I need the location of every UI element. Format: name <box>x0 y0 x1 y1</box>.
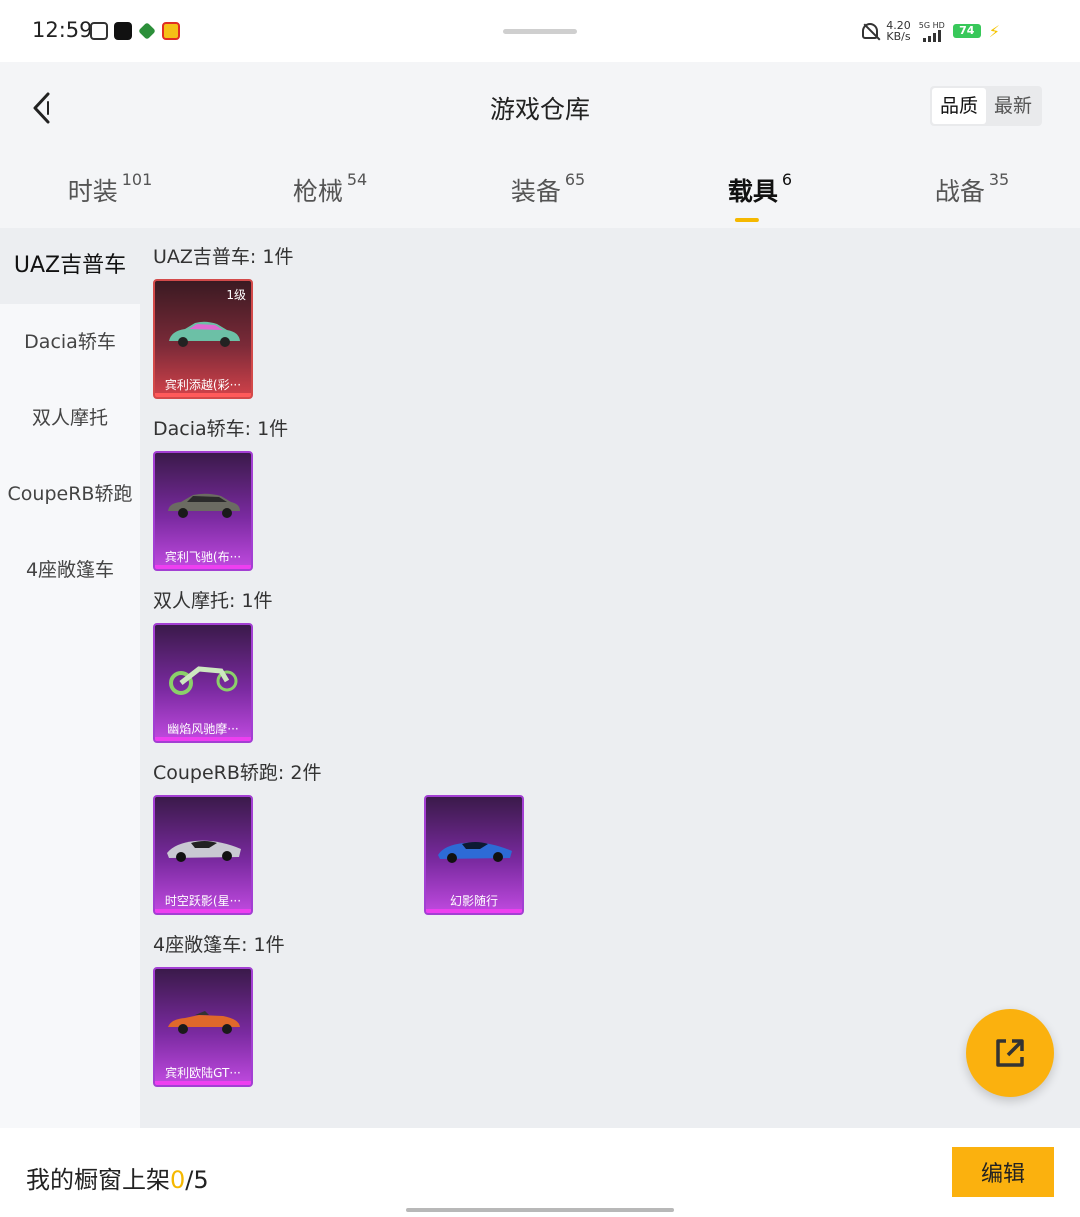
tab-count: 35 <box>988 170 1010 189</box>
group-title-dacia: Dacia轿车: 1件 <box>153 418 289 440</box>
shelf-label: 我的橱窗上架 <box>26 1166 170 1194</box>
tab-label: 枪械 <box>292 177 343 206</box>
signal-icon <box>922 29 941 42</box>
signal-label: 5G HD <box>918 20 945 30</box>
bottom-bar: 我的橱窗上架0/5 编辑 <box>0 1128 1080 1217</box>
group-title-coupe: CoupeRB轿跑: 2件 <box>153 762 322 784</box>
shelf-current-count: 0 <box>170 1166 186 1194</box>
battery-icon: 74 <box>952 24 981 38</box>
status-pill <box>503 29 577 34</box>
rarity-bar <box>155 393 251 397</box>
vehicle-card[interactable]: 幽焰风驰摩··· <box>153 623 253 743</box>
tab-count: 101 <box>121 170 153 189</box>
status-time: 12:59 <box>32 18 93 42</box>
shelf-status: 我的橱窗上架0/5 <box>26 1160 209 1195</box>
category-tabs: 时装 101 枪械 54 装备 65 载具 6 战备 35 <box>0 166 1080 228</box>
tab-label: 战备 <box>934 177 985 206</box>
network-speed-unit: KB/s <box>886 30 911 43</box>
vehicle-image <box>438 842 512 863</box>
rarity-bar <box>155 565 251 569</box>
external-link-icon <box>996 1039 1024 1067</box>
sidebar-item-convertible[interactable]: 4座敞篷车 <box>0 532 140 608</box>
app-notification-icon <box>90 22 108 40</box>
tab-fashion[interactable]: 时装 101 <box>67 170 153 208</box>
share-button[interactable] <box>966 1009 1054 1097</box>
rarity-bar <box>155 737 251 741</box>
notification-icons <box>90 22 180 40</box>
status-indicators: 4.20 KB/s 5G HD 74 ⚡ <box>862 20 1000 42</box>
home-indicator[interactable] <box>406 1208 674 1212</box>
active-tab-indicator <box>734 218 759 222</box>
sidebar-item-uaz[interactable]: UAZ吉普车 <box>0 228 140 304</box>
vehicle-name: 幽焰风驰摩··· <box>167 722 239 736</box>
group-title-motorbike: 双人摩托: 1件 <box>153 590 273 612</box>
vehicle-image <box>168 493 240 518</box>
network-speed: 4.20 KB/s <box>886 20 911 42</box>
vehicle-name: 宾利飞驰(布··· <box>164 550 242 564</box>
vehicle-card[interactable]: 时空跃影(星··· <box>153 795 253 915</box>
charging-icon: ⚡ <box>988 21 1000 41</box>
vehicle-image <box>169 666 238 695</box>
group-title-uaz: UAZ吉普车: 1件 <box>153 246 294 268</box>
tab-vehicles[interactable]: 载具 6 <box>727 170 793 222</box>
tab-weapons[interactable]: 枪械 54 <box>292 170 368 208</box>
status-bar: 12:59 4.20 KB/s 5G HD 74 ⚡ <box>0 0 1080 62</box>
tab-count: 6 <box>781 170 793 189</box>
vehicle-image <box>169 321 240 347</box>
rarity-bar <box>426 909 522 913</box>
tab-equipment[interactable]: 装备 65 <box>510 170 586 208</box>
vehicle-type-sidebar: UAZ吉普车 Dacia轿车 双人摩托 CoupeRB轿跑 4座敞篷车 <box>0 228 140 1128</box>
vehicle-name: 宾利添越(彩··· <box>164 378 242 392</box>
app-notification-icon <box>138 22 156 40</box>
sidebar-item-dacia[interactable]: Dacia轿车 <box>0 304 140 380</box>
shopping-app-icon <box>162 22 180 40</box>
vehicle-card[interactable]: 幻影随行 <box>424 795 524 915</box>
vehicle-name: 时空跃影(星··· <box>164 894 242 908</box>
vehicle-card[interactable]: 1级 宾利添越(彩··· <box>153 279 253 399</box>
vehicle-name: 宾利欧陆GT··· <box>165 1066 241 1080</box>
rarity-bar <box>155 1081 251 1085</box>
sort-toggle: 品质 最新 <box>929 86 1042 126</box>
rarity-bar <box>155 909 251 913</box>
mute-icon <box>862 23 879 39</box>
vehicle-image <box>168 1011 240 1034</box>
vehicle-card[interactable]: 宾利欧陆GT··· <box>153 967 253 1087</box>
tab-count: 54 <box>346 170 368 189</box>
edit-button[interactable]: 编辑 <box>952 1147 1054 1197</box>
sidebar-item-coupe[interactable]: CoupeRB轿跑 <box>0 456 140 532</box>
group-title-convertible: 4座敞篷车: 1件 <box>153 934 285 956</box>
tab-count: 65 <box>564 170 586 189</box>
tab-label: 装备 <box>510 177 561 206</box>
vehicle-image <box>167 840 241 862</box>
tab-label: 载具 <box>727 177 778 206</box>
tiktok-icon <box>114 22 132 40</box>
tab-label: 时装 <box>67 177 118 206</box>
header: 游戏仓库 品质 最新 时装 101 枪械 54 装备 65 载具 6 战备 35 <box>0 62 1080 228</box>
vehicle-list: UAZ吉普车: 1件 1级 宾利添越(彩··· Dacia轿车: 1件 宾利飞驰… <box>140 228 1080 1128</box>
tab-supplies[interactable]: 战备 35 <box>934 170 1010 208</box>
vehicle-name: 幻影随行 <box>449 894 498 908</box>
vehicle-card[interactable]: 宾利飞驰(布··· <box>153 451 253 571</box>
level-badge: 1级 <box>226 288 246 302</box>
sort-quality-button[interactable]: 品质 <box>931 88 986 124</box>
shelf-total: /5 <box>185 1166 209 1194</box>
signal-indicator: 5G HD <box>919 21 945 42</box>
sidebar-item-motorbike[interactable]: 双人摩托 <box>0 380 140 456</box>
page-title: 游戏仓库 <box>489 95 590 124</box>
sort-newest-button[interactable]: 最新 <box>986 88 1040 124</box>
